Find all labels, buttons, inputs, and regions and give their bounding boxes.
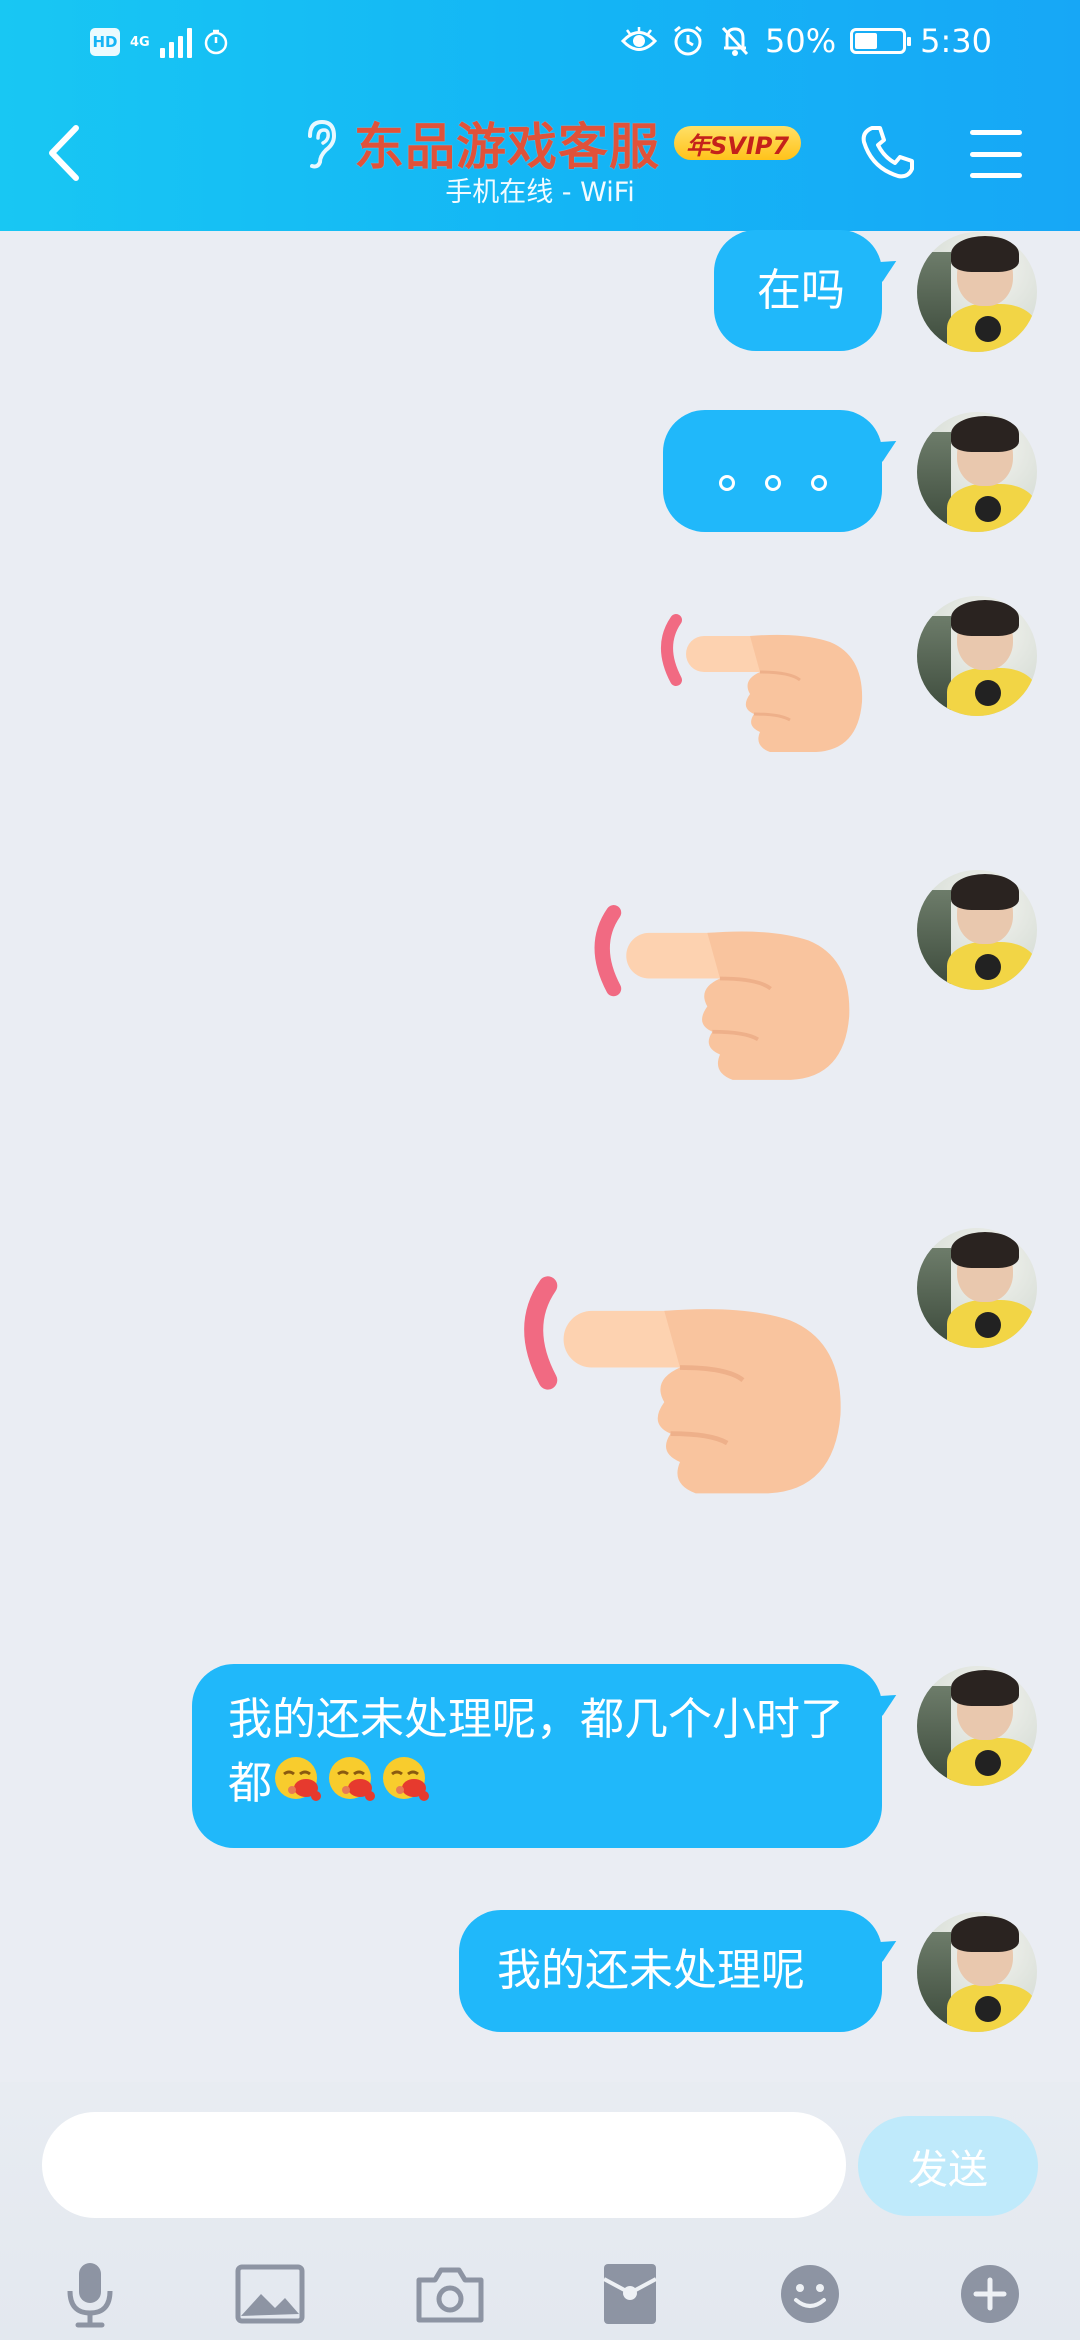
camera-icon	[416, 2267, 484, 2323]
message-text: 。。。	[772, 471, 773, 472]
page-title: 东品游戏客服	[354, 118, 660, 176]
message-bubble[interactable]: 我的还未处理呢	[459, 1910, 882, 2032]
ear-icon	[308, 119, 337, 169]
camera-button[interactable]	[410, 2254, 490, 2334]
nosebleed-emoji-icon	[329, 1757, 375, 1801]
timer-icon	[204, 29, 227, 55]
menu-button[interactable]	[966, 124, 1026, 184]
signal-icon	[159, 26, 192, 58]
red-packet-icon	[603, 2264, 657, 2324]
voice-button[interactable]	[50, 2254, 130, 2334]
avatar[interactable]	[917, 1666, 1037, 1786]
pointing-finger-sticker[interactable]	[500, 1270, 860, 1506]
pointing-finger-sticker[interactable]	[650, 610, 870, 760]
battery-percent: 50%	[765, 22, 837, 60]
svip-badge: 年SVIP7	[674, 126, 802, 160]
chat-header: HD 4G 50% 5:30 东品游戏客服 年SVIP7 手机在线 - WiFi	[0, 0, 1080, 231]
battery-icon	[850, 28, 912, 54]
hd-badge: HD	[90, 28, 120, 56]
pointing-finger-sticker[interactable]	[575, 900, 865, 1090]
title-row[interactable]: 东品游戏客服 年SVIP7	[300, 108, 802, 178]
send-button[interactable]: 发送	[858, 2116, 1038, 2216]
mic-icon	[67, 2263, 113, 2328]
input-area: 发送	[0, 2082, 1080, 2340]
dot-glyph	[764, 475, 781, 491]
clock-time: 5:30	[920, 22, 992, 60]
image-button[interactable]	[230, 2254, 310, 2334]
avatar[interactable]	[917, 870, 1037, 990]
avatar[interactable]	[917, 412, 1037, 532]
avatar[interactable]	[917, 596, 1037, 716]
avatar[interactable]	[917, 232, 1037, 352]
mute-bell-icon	[721, 26, 749, 56]
dot-glyph	[718, 475, 735, 491]
nosebleed-emoji-icon	[275, 1757, 321, 1801]
chat-toolbar	[0, 2240, 1080, 2340]
online-status: 手机在线 - WiFi	[445, 177, 635, 208]
message-bubble[interactable]: 在吗	[714, 230, 882, 351]
phone-icon[interactable]	[858, 122, 918, 182]
nosebleed-emoji-icon	[383, 1757, 429, 1801]
message-input[interactable]	[42, 2112, 846, 2218]
avatar[interactable]	[917, 1912, 1037, 2032]
message-bubble[interactable]: 我的还未处理呢，都几个小时了都	[192, 1664, 882, 1848]
avatar[interactable]	[917, 1228, 1037, 1348]
emoji-icon	[781, 2265, 839, 2323]
menu-icon	[970, 130, 1022, 135]
message-bubble[interactable]: 。。。	[663, 410, 882, 532]
plus-icon	[961, 2265, 1019, 2323]
image-icon	[235, 2264, 305, 2324]
more-button[interactable]	[950, 2254, 1030, 2334]
message-text: 我的还未处理呢	[497, 1945, 805, 1996]
red-packet-button[interactable]	[590, 2254, 670, 2334]
eye-icon	[621, 27, 658, 51]
network-type: 4G	[130, 34, 150, 50]
message-text: 在吗	[757, 264, 845, 316]
emoji-button[interactable]	[770, 2254, 850, 2334]
status-bar: HD 4G 50% 5:30	[0, 0, 1080, 80]
alarm-icon	[674, 25, 702, 56]
dot-glyph	[810, 475, 827, 491]
